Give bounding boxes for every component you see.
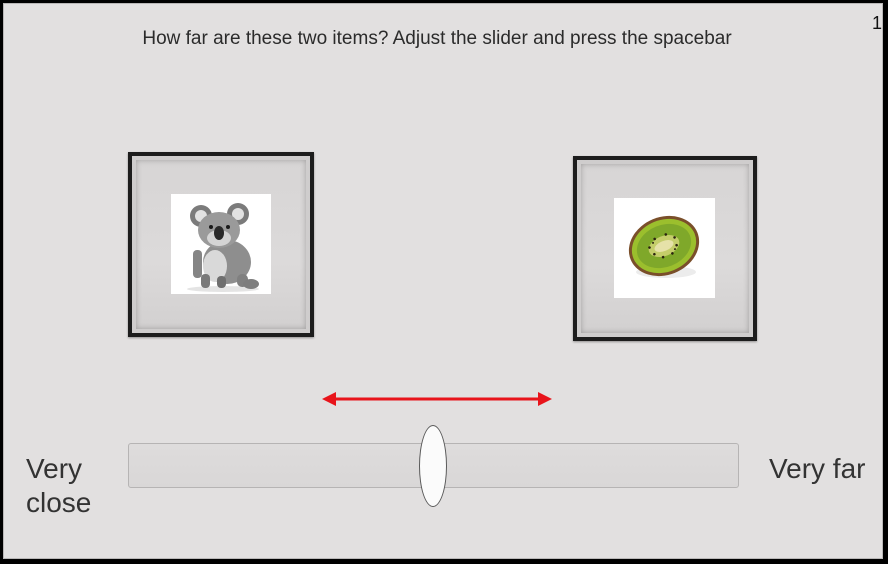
slider-max-label: Very far xyxy=(769,453,866,484)
kiwi-slice-icon xyxy=(628,215,700,278)
koala-icon xyxy=(187,203,259,292)
left-item-frame xyxy=(128,152,314,337)
slider-min-label: Very close xyxy=(26,453,92,518)
trial-number: 1 xyxy=(871,13,882,33)
distance-slider-thumb[interactable] xyxy=(419,425,447,507)
double-headed-arrow-icon xyxy=(322,392,552,406)
instruction-text: How far are these two items? Adjust the … xyxy=(142,28,732,49)
kiwi-image xyxy=(614,198,715,298)
koala-image xyxy=(171,194,271,294)
experiment-screen: 1 How far are these two items? Adjust th… xyxy=(3,3,883,559)
right-item-frame xyxy=(573,156,757,341)
